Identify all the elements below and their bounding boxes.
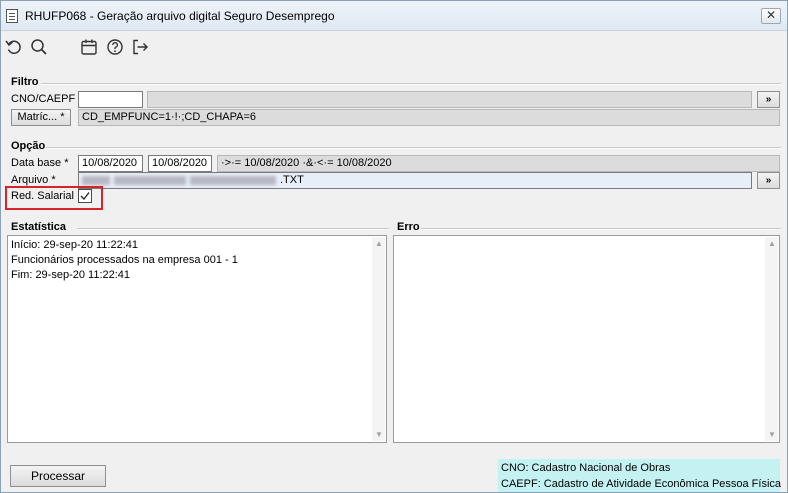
exit-icon[interactable] [130, 37, 150, 57]
erro-divider [421, 228, 781, 230]
cno-lookup-button[interactable]: » [757, 91, 780, 108]
note-caepf: CAEPF: Cadastro de Atividade Econômica P… [501, 478, 782, 490]
data-base-label: Data base * [11, 157, 69, 169]
note-cno: CNO: Cadastro Nacional de Obras [501, 462, 671, 474]
window-title: RHUFP068 - Geração arquivo digital Segur… [25, 9, 335, 23]
undo-icon[interactable] [4, 37, 24, 57]
cno-caepf-label: CNO/CAEPF [11, 93, 76, 105]
arquivo-extension: .TXT [280, 174, 304, 186]
estatistica-panel[interactable]: Início: 29-sep-20 11:22:41 Funcionários … [7, 235, 387, 443]
estatistica-line: Início: 29-sep-20 11:22:41 [11, 239, 138, 251]
search-icon[interactable] [29, 37, 49, 57]
estatistica-divider [77, 228, 389, 230]
estatistica-line: Fim: 29-sep-20 11:22:41 [11, 269, 131, 281]
scroll-up-icon[interactable]: ▲ [375, 239, 383, 248]
title-bar: RHUFP068 - Geração arquivo digital Segur… [1, 1, 787, 31]
data-base-end-input[interactable]: 10/08/2020 [148, 155, 212, 172]
estatistica-line: Funcionários processados na empresa 001 … [11, 254, 238, 266]
data-range-summary: ·>·= 10/08/2020 ·&·<·= 10/08/2020 [217, 155, 780, 172]
legend-notes: CNO: Cadastro Nacional de Obras CAEPF: C… [498, 459, 782, 492]
processar-button[interactable]: Processar [10, 465, 106, 487]
data-base-start-input[interactable]: 10/08/2020 [78, 155, 143, 172]
arquivo-label: Arquivo * [11, 174, 56, 186]
filtro-divider [41, 83, 781, 85]
toolbar [1, 32, 787, 62]
calendar-icon[interactable] [79, 37, 99, 57]
close-button[interactable]: ✕ [761, 8, 781, 24]
cno-caepf-input[interactable] [78, 91, 143, 108]
erro-panel[interactable]: ▲ ▼ [393, 235, 780, 443]
help-icon[interactable] [105, 37, 125, 57]
estatistica-log: Início: 29-sep-20 11:22:41 Funcionários … [8, 236, 386, 283]
redacted-text [114, 175, 186, 185]
estatistica-scrollbar[interactable]: ▲ ▼ [372, 237, 385, 441]
estatistica-group-label: Estatística [10, 221, 68, 233]
redacted-text [190, 175, 276, 185]
arquivo-browse-button[interactable]: » [757, 172, 780, 189]
scroll-down-icon[interactable]: ▼ [768, 430, 776, 439]
document-app-icon [6, 9, 18, 23]
redacted-text [82, 175, 110, 185]
matric-filter-field: CD_EMPFUNC=1·!·;CD_CHAPA=6 [78, 109, 780, 126]
scroll-down-icon[interactable]: ▼ [375, 430, 383, 439]
cno-caepf-description [147, 91, 752, 108]
filtro-group-label: Filtro [10, 76, 40, 88]
arquivo-input[interactable]: .TXT [78, 172, 752, 189]
red-salarial-highlight [5, 186, 103, 210]
application-window: RHUFP068 - Geração arquivo digital Segur… [0, 0, 788, 493]
scroll-up-icon[interactable]: ▲ [768, 239, 776, 248]
erro-group-label: Erro [396, 221, 421, 233]
matric-button[interactable]: Matríc... * [11, 109, 71, 126]
opcao-group-label: Opção [10, 140, 47, 152]
opcao-divider [45, 147, 781, 149]
erro-scrollbar[interactable]: ▲ ▼ [765, 237, 778, 441]
